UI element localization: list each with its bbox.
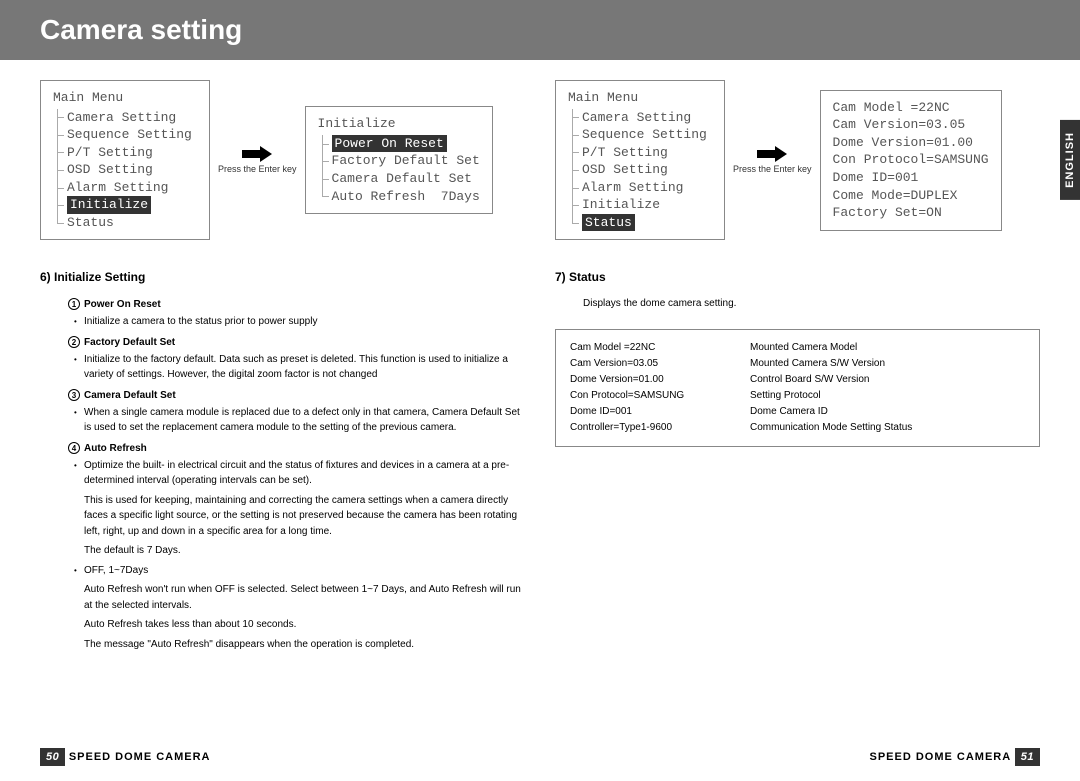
product-name: SPEED DOME CAMERA [870, 751, 1012, 763]
param-desc: The message "Auto Refresh" disappears wh… [84, 637, 525, 653]
footer-left: 50 SPEED DOME CAMERA [40, 751, 211, 763]
param-desc: Optimize the built- in electrical circui… [84, 458, 525, 489]
table-row: Con Protocol=SAMSUNGSetting Protocol [570, 388, 1025, 404]
osd-line: Con Protocol=SAMSUNG [833, 151, 989, 169]
section-title: 7) Status [555, 270, 1040, 284]
osd-item-selected: Power On Reset [318, 135, 480, 153]
osd-item-selected: Status [568, 214, 712, 232]
osd-line: Dome Version=01.00 [833, 134, 989, 152]
param-desc: Initialize a camera to the status prior … [84, 314, 525, 330]
osd-item: Camera Default Set [318, 170, 480, 188]
page-number-right: 51 [1015, 748, 1040, 766]
osd-title: Initialize [318, 115, 480, 133]
osd-item: Factory Default Set [318, 152, 480, 170]
param-title: 2Factory Default Set [68, 336, 525, 348]
param-desc: Auto Refresh won't run when OFF is selec… [84, 582, 525, 613]
table-row: Controller=Type1-9600Communication Mode … [570, 420, 1025, 436]
osd-item: OSD Setting [53, 161, 197, 179]
osd-item: OSD Setting [568, 161, 712, 179]
arrow-icon: Press the Enter key [733, 146, 812, 175]
osd-item: Alarm Setting [53, 179, 197, 197]
section-desc: Displays the dome camera setting. [583, 298, 1040, 309]
param-title: 3Camera Default Set [68, 389, 525, 401]
menu-row-left: Main Menu Camera Setting Sequence Settin… [40, 80, 525, 240]
osd-line: Cam Version=03.05 [833, 116, 989, 134]
table-row: Cam Model =22NCMounted Camera Model [570, 340, 1025, 356]
footer-right: SPEED DOME CAMERA 51 [870, 751, 1041, 763]
menu-row-right: Main Menu Camera Setting Sequence Settin… [555, 80, 1040, 240]
osd-item: P/T Setting [53, 144, 197, 162]
param-desc: The default is 7 Days. [84, 543, 525, 559]
osd-initialize-menu: Initialize Power On Reset Factory Defaul… [305, 106, 493, 214]
osd-line: Cam Model =22NC [833, 99, 989, 117]
table-row: Dome ID=001Dome Camera ID [570, 404, 1025, 420]
table-row: Dome Version=01.00Control Board S/W Vers… [570, 372, 1025, 388]
page-number-left: 50 [40, 748, 65, 766]
osd-status-screen: Cam Model =22NC Cam Version=03.05 Dome V… [820, 90, 1002, 231]
osd-title: Main Menu [568, 89, 712, 107]
osd-item-selected: Initialize [53, 196, 197, 214]
page-title: Camera setting [40, 14, 242, 46]
osd-line: Come Mode=DUPLEX [833, 187, 989, 205]
param-desc: Auto Refresh takes less than about 10 se… [84, 617, 525, 633]
osd-item: Status [53, 214, 197, 232]
osd-item: Sequence Setting [53, 126, 197, 144]
left-column: Main Menu Camera Setting Sequence Settin… [40, 80, 525, 656]
osd-title: Main Menu [53, 89, 197, 107]
osd-line: Dome ID=001 [833, 169, 989, 187]
osd-main-menu: Main Menu Camera Setting Sequence Settin… [40, 80, 210, 240]
page-header: Camera setting [0, 0, 1080, 60]
osd-main-menu: Main Menu Camera Setting Sequence Settin… [555, 80, 725, 240]
page-content: Main Menu Camera Setting Sequence Settin… [0, 60, 1080, 656]
product-name: SPEED DOME CAMERA [69, 751, 211, 763]
osd-item: Camera Setting [568, 109, 712, 127]
param-title: 1Power On Reset [68, 298, 525, 310]
language-tab: ENGLISH [1060, 120, 1080, 200]
osd-line: Factory Set=ON [833, 204, 989, 222]
osd-item: Camera Setting [53, 109, 197, 127]
right-column: Main Menu Camera Setting Sequence Settin… [555, 80, 1040, 656]
osd-item: Auto Refresh7Days [318, 188, 480, 206]
osd-item: P/T Setting [568, 144, 712, 162]
osd-item: Sequence Setting [568, 126, 712, 144]
arrow-icon: Press the Enter key [218, 146, 297, 175]
section-title: 6) Initialize Setting [40, 270, 525, 284]
param-desc: When a single camera module is replaced … [84, 405, 525, 436]
table-row: Cam Version=03.05Mounted Camera S/W Vers… [570, 356, 1025, 372]
osd-item: Alarm Setting [568, 179, 712, 197]
param-desc: This is used for keeping, maintaining an… [84, 493, 525, 540]
footer: 50 SPEED DOME CAMERA SPEED DOME CAMERA 5… [0, 751, 1080, 763]
param-desc: OFF, 1~7Days [84, 563, 525, 579]
osd-item: Initialize [568, 196, 712, 214]
param-desc: Initialize to the factory default. Data … [84, 352, 525, 383]
param-title: 4Auto Refresh [68, 442, 525, 454]
status-table: Cam Model =22NCMounted Camera Model Cam … [555, 329, 1040, 447]
